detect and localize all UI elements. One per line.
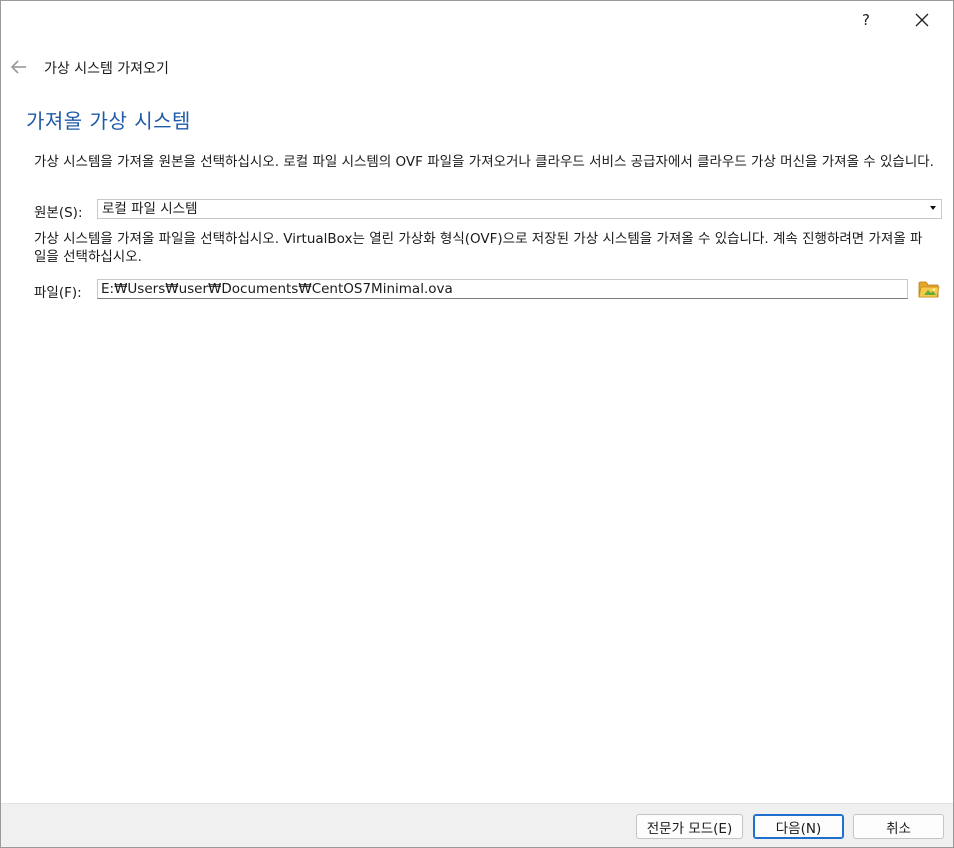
help-button[interactable]: ?	[843, 1, 889, 39]
close-button[interactable]	[899, 1, 945, 39]
button-bar: 전문가 모드(E) 다음(N) 취소	[1, 803, 953, 847]
title-bar: ?	[1, 1, 953, 41]
source-selected-value: 로컬 파일 시스템	[102, 201, 198, 217]
source-description: 가상 시스템을 가져올 원본을 선택하십시오. 로컬 파일 시스템의 OVF 파…	[34, 154, 934, 170]
source-combobox[interactable]: 로컬 파일 시스템	[97, 199, 942, 219]
file-label: 파일(F):	[34, 285, 82, 301]
next-button[interactable]: 다음(N)	[753, 814, 844, 839]
chevron-down-icon	[930, 206, 936, 210]
close-icon	[915, 13, 929, 27]
expert-mode-button[interactable]: 전문가 모드(E)	[636, 814, 743, 839]
back-button[interactable]	[7, 55, 31, 79]
page-heading: 가져올 가상 시스템	[26, 109, 191, 133]
wizard-title: 가상 시스템 가져오기	[44, 61, 169, 77]
file-description: 가상 시스템을 가져올 파일을 선택하십시오. VirtualBox는 열린 가…	[34, 231, 923, 265]
import-appliance-dialog: ? 가상 시스템 가져오기 가져올 가상 시스템 가상 시스템을 가져올 원본을…	[0, 0, 954, 848]
source-label: 원본(S):	[34, 205, 83, 221]
folder-open-icon	[918, 281, 940, 298]
help-icon: ?	[862, 11, 870, 29]
back-arrow-icon	[10, 60, 26, 74]
file-path-input[interactable]	[97, 279, 908, 299]
cancel-button[interactable]: 취소	[853, 814, 944, 839]
wizard-nav: 가상 시스템 가져오기	[1, 49, 953, 85]
browse-file-button[interactable]	[917, 277, 941, 301]
